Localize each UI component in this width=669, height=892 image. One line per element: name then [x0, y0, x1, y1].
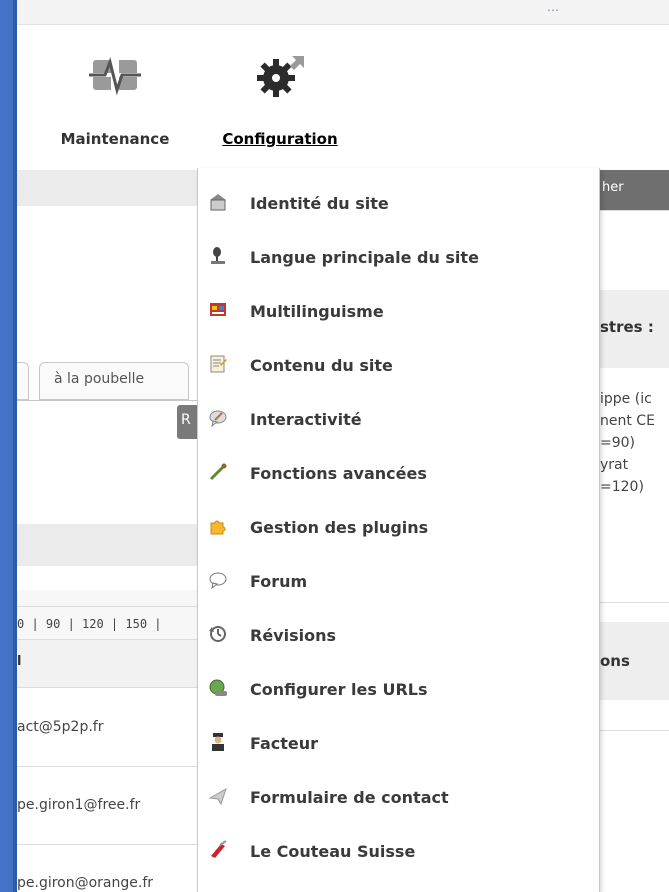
left-section-band — [17, 524, 197, 566]
menu-item-main-language[interactable]: Langue principale du site — [198, 228, 601, 282]
table-row[interactable]: pe.giron@orange.fr — [17, 845, 197, 892]
right-section-title: stres : — [600, 290, 669, 368]
mailman-icon — [212, 733, 224, 751]
nav-configuration-label: Configuration — [222, 130, 338, 148]
configuration-dropdown-menu: Identité du site Langue principale du si… — [197, 168, 600, 892]
r-button[interactable]: R — [177, 405, 199, 439]
divider — [600, 602, 669, 603]
menu-item-swiss-knife[interactable]: Le Couteau Suisse — [198, 822, 601, 876]
email-cell: pe.giron@orange.fr — [17, 875, 154, 891]
menu-item-site-content[interactable]: Contenu du site — [198, 336, 601, 390]
email-cell: pe.giron1@free.fr — [17, 797, 141, 813]
menu-item-label: Contenu du site — [250, 356, 393, 375]
content-icon — [210, 355, 227, 373]
pagination[interactable]: 0 | 90 | 120 | 150 | — [17, 606, 197, 640]
right-section2-title: ons — [600, 622, 669, 700]
list-item: ippe (ic — [600, 391, 652, 407]
revisions-icon — [209, 626, 226, 642]
menu-item-label: Forum — [250, 572, 308, 591]
maintenance-icon — [89, 57, 141, 96]
menu-item-plugins[interactable]: Gestion des plugins — [198, 498, 601, 552]
forum-icon — [209, 572, 227, 590]
menu-item-advanced-functions[interactable]: Fonctions avancées — [198, 444, 601, 498]
menu-item-label: Configurer les URLs — [250, 680, 428, 699]
tab-trash[interactable]: à la poubelle — [39, 362, 189, 400]
tab-previous[interactable] — [17, 362, 29, 400]
top-bar: … — [17, 0, 669, 25]
menu-item-mailman[interactable]: Facteur — [198, 714, 601, 768]
list-item: yrat — [600, 457, 629, 473]
menu-item-label: Langue principale du site — [250, 248, 479, 267]
menu-item-site-identity[interactable]: Identité du site — [198, 174, 601, 228]
list-item: nent CE — [600, 413, 655, 429]
menu-item-label: Le Couteau Suisse — [250, 842, 416, 861]
plugins-icon — [210, 520, 226, 535]
right-list: ippe (ic nent CE =90) yrat =120) — [600, 388, 669, 498]
email-cell: act@5p2p.fr — [17, 719, 104, 735]
menu-item-label: Interactivité — [250, 410, 362, 429]
list-item: =90) — [600, 435, 636, 451]
menu-item-interactivity[interactable]: Interactivité — [198, 390, 601, 444]
table-row[interactable]: pe.giron1@free.fr — [17, 767, 197, 845]
menu-item-more[interactable] — [198, 876, 601, 892]
menu-item-contact-form[interactable]: Formulaire de contact — [198, 768, 601, 822]
divider — [600, 210, 669, 211]
menu-item-label: Fonctions avancées — [250, 464, 427, 483]
tab-divider — [17, 400, 197, 401]
nav-maintenance-label: Maintenance — [60, 130, 170, 148]
menu-item-label: Gestion des plugins — [250, 518, 429, 537]
nav-configuration[interactable]: Configuration — [200, 50, 360, 148]
top-bar-text: … — [547, 0, 559, 14]
email-column-header: l — [17, 640, 197, 688]
urls-icon — [209, 679, 227, 696]
interactivity-icon — [209, 410, 227, 428]
divider — [600, 730, 669, 731]
menu-item-multilingual[interactable]: Multilinguisme — [198, 282, 601, 336]
menu-item-label: Révisions — [250, 626, 336, 645]
table-row[interactable]: act@5p2p.fr — [17, 689, 197, 767]
advanced-functions-icon — [209, 463, 227, 481]
list-item: =120) — [600, 479, 644, 495]
site-identity-icon — [210, 194, 226, 211]
contact-form-icon — [208, 787, 227, 806]
menu-item-revisions[interactable]: Révisions — [198, 606, 601, 660]
menu-item-label: Facteur — [250, 734, 319, 753]
menu-item-configure-urls[interactable]: Configurer les URLs — [198, 660, 601, 714]
menu-item-label: Formulaire de contact — [250, 788, 449, 807]
left-section-header — [17, 170, 197, 206]
multilingual-icon — [210, 303, 226, 316]
menu-item-label: Identité du site — [250, 194, 389, 213]
pager-spacer — [17, 590, 197, 606]
right-header-button[interactable]: her — [600, 170, 669, 210]
nav-maintenance[interactable]: Maintenance — [40, 50, 190, 148]
swiss-knife-icon — [211, 840, 227, 858]
language-icon — [211, 247, 225, 264]
menu-item-label: Multilinguisme — [250, 302, 384, 321]
configuration-gear-icon — [257, 56, 304, 97]
menu-item-forum[interactable]: Forum — [198, 552, 601, 606]
